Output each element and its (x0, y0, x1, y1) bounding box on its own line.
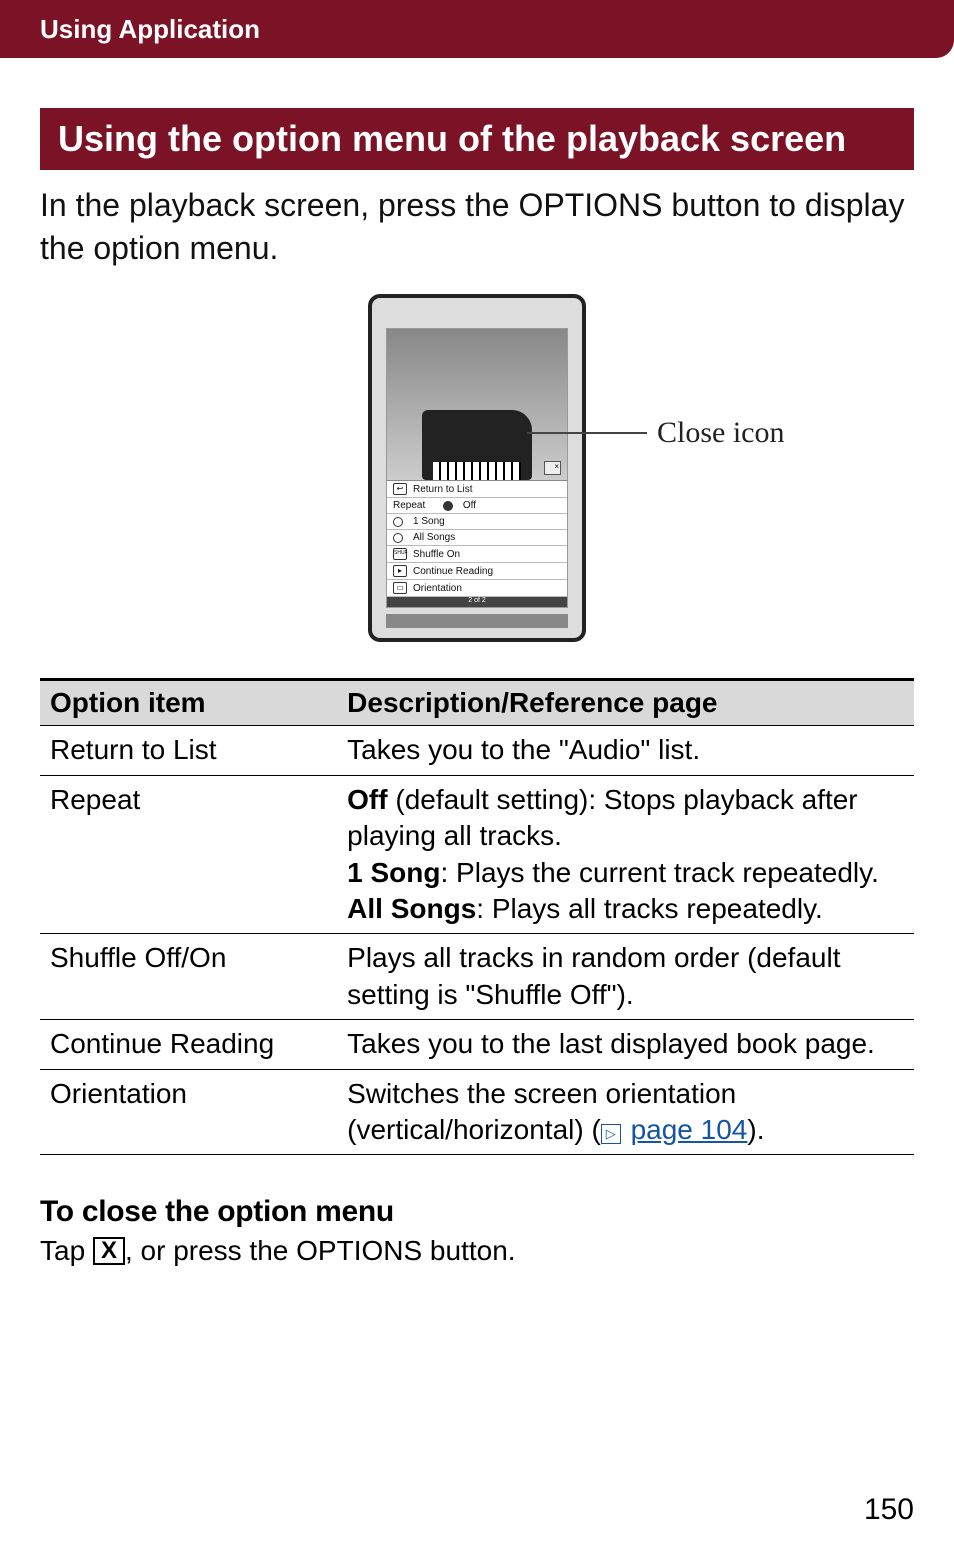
menu-orientation[interactable]: ▭ Orientation (387, 580, 567, 597)
menu-continue-label: Continue Reading (413, 566, 493, 577)
option-menu-list: ↩ Return to List Repeat Off 1 Song (387, 480, 567, 607)
repeat-all-bold: All Songs (347, 893, 476, 924)
orientation-page-link[interactable]: page 104 (631, 1114, 748, 1145)
breadcrumb-text: Using Application (40, 14, 260, 45)
menu-repeat-off: Off (463, 500, 476, 511)
piano-icon (422, 410, 532, 480)
menu-return-to-list[interactable]: ↩ Return to List (387, 481, 567, 498)
option-desc-repeat: Off (default setting): Stops playback af… (337, 775, 914, 934)
table-row: Shuffle Off/On Plays all tracks in rando… (40, 934, 914, 1020)
repeat-off-bold: Off (347, 784, 387, 815)
menu-repeat-1song-label: 1 Song (413, 516, 445, 527)
option-items-table: Option item Description/Reference page R… (40, 678, 914, 1155)
option-name-repeat: Repeat (40, 775, 337, 934)
menu-shuffle[interactable]: SHUF Shuffle On (387, 546, 567, 563)
table-row: Continue Reading Takes you to the last d… (40, 1020, 914, 1069)
table-head-option: Option item (40, 680, 337, 726)
repeat-off-text: (default setting): Stops playback after … (347, 784, 857, 851)
close-menu-heading: To close the option menu (40, 1195, 914, 1229)
option-desc-orientation: Switches the screen orientation (vertica… (337, 1069, 914, 1155)
device-frame: × ↩ Return to List Repeat Off 1 Song (368, 294, 586, 642)
option-name-return: Return to List (40, 726, 337, 775)
menu-repeat-1song[interactable]: 1 Song (387, 514, 567, 530)
x-close-icon: X (93, 1237, 125, 1265)
radio-off-icon (393, 533, 403, 543)
book-icon: ▸ (393, 565, 407, 577)
album-art: × (387, 329, 567, 480)
table-row: Orientation Switches the screen orientat… (40, 1069, 914, 1155)
menu-shuffle-label: Shuffle On (413, 549, 460, 560)
orientation-desc-post: ). (747, 1114, 764, 1145)
menu-orientation-label: Orientation (413, 583, 462, 594)
menu-repeat-allsongs[interactable]: All Songs (387, 530, 567, 546)
callout-close-icon-label: Close icon (657, 416, 785, 450)
option-desc-shuffle: Plays all tracks in random order (defaul… (337, 934, 914, 1020)
table-head-description: Description/Reference page (337, 680, 914, 726)
device-illustration-area: × ↩ Return to List Repeat Off 1 Song (117, 288, 837, 648)
close-menu-instruction: Tap X, or press the OPTIONS button. (40, 1233, 914, 1269)
back-arrow-icon: ↩ (393, 483, 407, 495)
option-desc-return: Takes you to the "Audio" list. (337, 726, 914, 775)
table-row: Return to List Takes you to the "Audio" … (40, 726, 914, 775)
table-row: Repeat Off (default setting): Stops play… (40, 775, 914, 934)
intro-paragraph: In the playback screen, press the OPTION… (40, 184, 914, 270)
option-name-continue: Continue Reading (40, 1020, 337, 1069)
menu-repeat-row[interactable]: Repeat Off (387, 498, 567, 514)
radio-on-icon (443, 501, 453, 511)
menu-repeat-all-label: All Songs (413, 532, 455, 543)
menu-pager: 2 of 2 (387, 597, 567, 607)
repeat-all-text: : Plays all tracks repeatedly. (476, 893, 823, 924)
close-pre-text: Tap (40, 1235, 93, 1266)
callout-line (527, 432, 647, 434)
menu-continue-reading[interactable]: ▸ Continue Reading (387, 563, 567, 580)
radio-off-icon (393, 517, 403, 527)
shuffle-badge-icon: SHUF (393, 548, 407, 560)
device-bottom-bar (386, 614, 568, 628)
option-desc-continue: Takes you to the last displayed book pag… (337, 1020, 914, 1069)
menu-return-label: Return to List (413, 484, 472, 495)
device-screen: × ↩ Return to List Repeat Off 1 Song (386, 328, 568, 608)
page-content: Using the option menu of the playback sc… (0, 58, 954, 1270)
page-number: 150 (864, 1493, 914, 1527)
close-icon[interactable]: × (544, 461, 561, 475)
repeat-1song-text: : Plays the current track repeatedly. (441, 857, 879, 888)
close-post-text: , or press the OPTIONS button. (125, 1235, 516, 1266)
orientation-icon: ▭ (393, 582, 407, 594)
header-breadcrumb: Using Application (0, 0, 954, 58)
section-title: Using the option menu of the playback sc… (40, 108, 914, 170)
option-name-shuffle: Shuffle Off/On (40, 934, 337, 1020)
page-link-icon: ▷ (601, 1124, 621, 1144)
menu-repeat-label: Repeat (393, 500, 425, 511)
option-name-orientation: Orientation (40, 1069, 337, 1155)
repeat-1song-bold: 1 Song (347, 857, 440, 888)
